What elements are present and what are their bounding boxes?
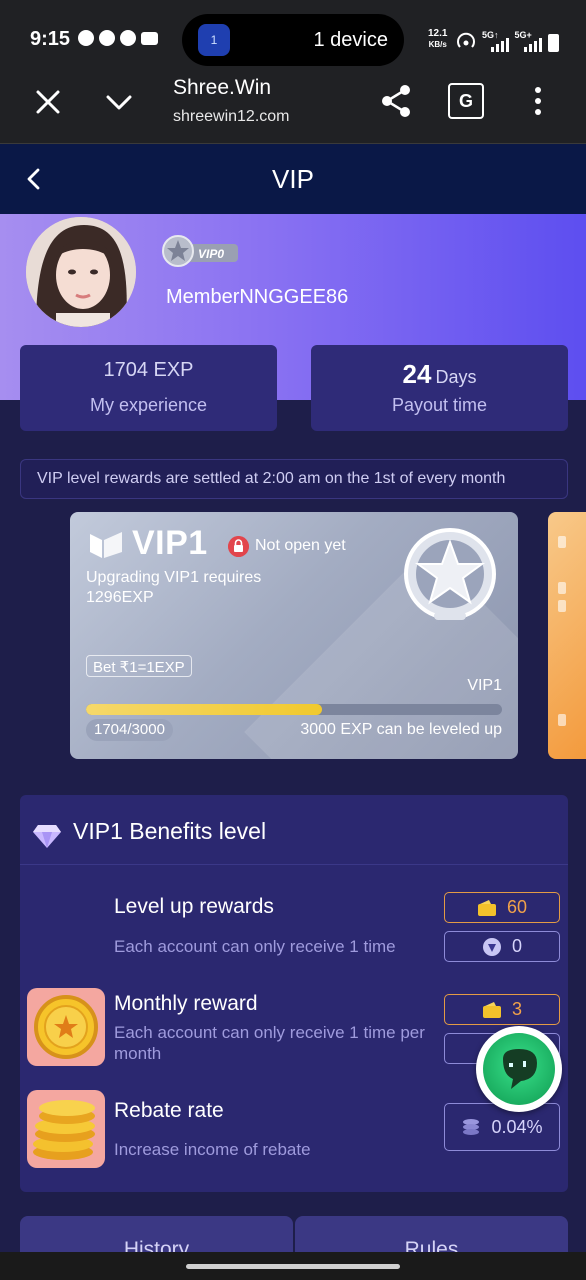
settlement-notice: VIP level rewards are settled at 2:00 am… [20, 459, 568, 499]
live-activity-pill[interactable]: 1 1 device [182, 14, 404, 66]
benefit-reward-pill: 3 [444, 994, 560, 1025]
diamond-icon [33, 825, 61, 848]
benefit-reward-pill: 60 [444, 892, 560, 923]
bet-rule-tag: Bet ₹1=1EXP [86, 655, 192, 677]
benefit-description: Each account can only receive 1 time per… [114, 1023, 425, 1063]
share-icon[interactable] [380, 84, 412, 118]
shield-gem-icon [482, 937, 501, 956]
hotspot-icon [457, 32, 475, 48]
vip-card-title: VIP1 [132, 524, 208, 562]
vip-requirement-line2: 1296EXP [86, 589, 154, 606]
translate-icon[interactable]: G [448, 83, 484, 119]
discord-icon [141, 32, 158, 45]
net-speed: 12.1 KB/s [428, 28, 447, 50]
benefits-title: VIP1 Benefits level [73, 818, 267, 844]
monthly-reward-icon [27, 988, 105, 1066]
wallet-icon [477, 899, 496, 916]
benefit-name: Rebate rate [114, 1099, 224, 1122]
payout-value-row: 24 Days [311, 359, 568, 389]
benefit-reward-pill: 0.04% [444, 1103, 560, 1151]
benefit-description: Each account can only receive 1 time [114, 937, 396, 956]
telegram-icon [78, 30, 94, 46]
signal-icon [490, 38, 509, 52]
next-card-mark [558, 600, 566, 612]
net-speed-unit: KB/s [428, 40, 447, 49]
benefit-name: Level up rewards [114, 895, 274, 918]
bottom-tabs: History Rules [20, 1216, 568, 1260]
benefit-value: 0 [511, 936, 522, 956]
status-bar: 9:15 1 1 device 12.1 KB/s 5G↑ 5G+ [0, 0, 586, 70]
broadcast-icon: 1 [198, 24, 230, 56]
signal-icon-2 [523, 38, 542, 52]
gesture-handle[interactable] [186, 1264, 400, 1269]
benefit-description: Increase income of rebate [114, 1140, 311, 1159]
whatsapp-icon [120, 30, 136, 46]
benefit-reward-pill: 0 [444, 931, 560, 962]
username: MemberNNGGEE86 [166, 286, 349, 308]
vip-requirement-line1: Upgrading VIP1 requires [86, 569, 262, 586]
experience-card: 1704 EXP My experience [20, 345, 277, 431]
next-card-mark [558, 536, 566, 548]
next-card-mark [558, 714, 566, 726]
vip-progress-text: 1704/3000 [86, 719, 173, 741]
vip-requirement: Upgrading VIP1 requires 1296EXP [86, 568, 261, 608]
chevron-down-icon[interactable] [104, 88, 134, 116]
live-activity-text: 1 device [313, 29, 389, 51]
star-emblem-icon [404, 528, 496, 620]
vip-badge-icon: VIP0 [162, 235, 238, 267]
vip-flag-icon [90, 532, 122, 558]
benefits-header: VIP1 Benefits level [20, 795, 568, 865]
payout-days: 24 [402, 359, 432, 389]
broadcast-count: 1 [210, 33, 218, 47]
vip-badge-text: VIP0 [198, 247, 224, 261]
page-header: VIP [0, 144, 586, 214]
experience-value: 1704 EXP [103, 359, 194, 381]
vip-level-hint: 3000 EXP can be leveled up [300, 721, 502, 738]
vip-card-level: VIP1 [467, 677, 502, 694]
experience-label: My experience [89, 395, 208, 415]
payout-unit: Days [435, 367, 477, 387]
next-card-mark [558, 582, 566, 594]
system-nav-bar [0, 1252, 586, 1280]
browser-url[interactable]: shreewin12.com [173, 108, 290, 126]
close-icon[interactable] [34, 88, 62, 116]
benefit-value: 3 [511, 999, 522, 1019]
vip-card-status: Not open yet [255, 537, 346, 554]
vip-level-card[interactable]: VIP1 Not open yet Upgrading VIP1 require… [70, 512, 518, 759]
lock-icon [228, 536, 249, 557]
wallet-icon [482, 1001, 501, 1018]
battery-icon [547, 34, 559, 52]
status-time: 9:15 [30, 28, 71, 50]
support-chat-button[interactable] [476, 1026, 562, 1112]
payout-card: 24 Days Payout time [311, 345, 568, 431]
net-speed-value: 12.1 [428, 28, 448, 39]
chat-icon [99, 30, 115, 46]
chat-bubble-icon [483, 1033, 555, 1105]
next-vip-card-peek[interactable] [548, 512, 586, 759]
page-title: VIP [272, 164, 314, 194]
notification-icons [78, 30, 158, 46]
coin-stack-icon [463, 1119, 480, 1135]
benefit-name: Monthly reward [114, 992, 258, 1015]
more-vert-icon[interactable] [527, 86, 549, 116]
benefit-value: 0.04% [491, 1116, 543, 1137]
rebate-coins-icon [27, 1090, 105, 1168]
browser-page-title: Shree.Win [173, 76, 272, 99]
browser-toolbar: Shree.Win shreewin12.com G [0, 70, 586, 144]
benefits-panel: VIP1 Benefits level Level up rewards Eac… [20, 795, 568, 1192]
avatar[interactable] [26, 217, 136, 327]
vip-progress-bar [86, 704, 502, 715]
translate-glyph: G [458, 90, 473, 111]
vip-progress-fill [86, 704, 323, 715]
system-icons: 5G↑ 5G+ [456, 30, 559, 52]
payout-label: Payout time [391, 395, 488, 415]
benefit-value: 60 [506, 897, 528, 917]
